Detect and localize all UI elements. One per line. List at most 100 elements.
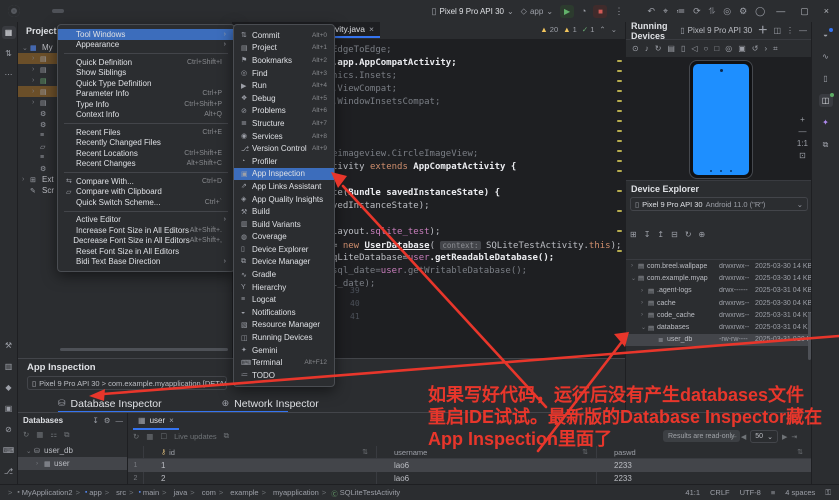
menu-item[interactable]: Reset Font Size in All Editors xyxy=(58,246,234,257)
rollback-icon[interactable]: ↶ xyxy=(647,6,655,17)
snapshot-icon[interactable]: ↺ xyxy=(752,44,759,53)
minimize-button[interactable]: — xyxy=(772,6,789,16)
app-inspection-toolwindow-icon[interactable]: ▣ xyxy=(2,402,16,415)
submenu-item[interactable]: ▤ Project Alt+1 xyxy=(234,42,334,55)
app-inspection-tab[interactable]: ⊕Network Inspector xyxy=(222,398,319,410)
submenu-item[interactable]: ▯ Device Explorer xyxy=(234,243,334,256)
screenshot-icon[interactable]: ◎ xyxy=(725,44,732,53)
submenu-item[interactable]: Y Hierarchy xyxy=(234,281,334,294)
emulator-device-frame[interactable] xyxy=(689,60,753,179)
profile-icon[interactable]: ◯ xyxy=(755,6,765,17)
code-with-me-icon[interactable]: ⌖ xyxy=(663,6,668,17)
menubar-item[interactable] xyxy=(136,9,148,13)
breadcrumb-item[interactable]: ⒸSQLiteTestActivity xyxy=(322,488,400,498)
menu-item[interactable]: Quick Type Definition xyxy=(58,78,234,89)
unfold-icon[interactable]: ▯ xyxy=(681,44,685,53)
search-everywhere-icon[interactable]: ◎ xyxy=(723,6,731,17)
table-tab[interactable]: ▦ user × xyxy=(133,413,179,430)
build-toolwindow-icon[interactable]: ⚒ xyxy=(2,339,16,352)
submenu-item[interactable]: ≣ Structure Alt+7 xyxy=(234,117,334,130)
submenu-item[interactable]: ⇗ App Links Assistant xyxy=(234,180,334,193)
menubar-item[interactable] xyxy=(160,9,172,13)
terminal-toolwindow-icon[interactable]: ⌨ xyxy=(2,444,16,457)
settings-icon[interactable]: ⚙ xyxy=(739,6,747,17)
menubar-item[interactable] xyxy=(88,9,100,13)
pull-request-icon[interactable]: ⥮ xyxy=(709,6,716,17)
new-table-icon[interactable]: ▦ xyxy=(36,430,43,440)
rotate-left-icon[interactable]: ↻ xyxy=(655,44,662,53)
menu-item[interactable]: ▱ Compare with Clipboard xyxy=(58,187,234,198)
breadcrumb-item[interactable]: ▪MyApplication2 xyxy=(8,488,73,497)
menu-item[interactable]: Recent Locations Ctrl+Shift+E xyxy=(58,148,234,159)
submenu-item[interactable]: ▣ App Inspection xyxy=(234,168,334,181)
breadcrumb-item[interactable]: myapplication xyxy=(262,488,319,497)
sort-icon[interactable]: ⇅ xyxy=(582,448,588,456)
submenu-item[interactable]: ⧉ Device Manager xyxy=(234,256,334,269)
submenu-item[interactable]: ⇅ Commit Alt+0 xyxy=(234,29,334,42)
last-page-icon[interactable]: ⇥ xyxy=(791,433,797,441)
line-ending-widget[interactable]: CRLF xyxy=(710,488,730,497)
submenu-item[interactable]: ◫ Running Devices xyxy=(234,331,334,344)
menubar-item[interactable] xyxy=(100,9,112,13)
export-icon[interactable]: ⧉ xyxy=(64,430,69,440)
submenu-item[interactable]: ⌨ Terminal Alt+F12 xyxy=(234,356,334,369)
more-icon[interactable]: › xyxy=(764,44,767,53)
indent-widget[interactable]: 4 spaces xyxy=(785,488,815,497)
process-selector[interactable]: ▯ Pixel 9 Pro API 30 > com.example.myapp… xyxy=(27,376,227,390)
submenu-item[interactable]: ▧ Resource Manager xyxy=(234,319,334,332)
ai-assistant-icon[interactable]: ∿ xyxy=(819,50,833,63)
menubar-item[interactable] xyxy=(28,9,40,13)
database-tree-row[interactable]: ⌄⛁user_db xyxy=(18,444,127,457)
run-config-selector[interactable]: ⬦ app ⌄ xyxy=(521,6,553,17)
first-page-icon[interactable]: ⇤ xyxy=(731,433,737,441)
submenu-item[interactable]: ❖ Debug Alt+5 xyxy=(234,92,334,105)
device-explorer-device-selector[interactable]: ▯ Pixel 9 Pro API 30 Android 11.0 ("R") … xyxy=(630,197,808,211)
menu-item[interactable]: Increase Font Size in All Editors Alt+Sh… xyxy=(58,225,234,236)
column-header-id[interactable]: ⚷id⇅ xyxy=(143,448,376,457)
emulator-viewport[interactable]: + — 1:1 ⊡ xyxy=(626,57,812,180)
file-tree-row[interactable]: ⌄▤databases drwxrwx-- 2025-03-31 0 4 KB xyxy=(626,321,812,333)
menu-item[interactable]: Active Editor › xyxy=(58,215,234,226)
gemini-icon[interactable]: ✦ xyxy=(819,116,833,129)
menu-item[interactable]: Tool Windows › xyxy=(58,29,234,40)
menu-item[interactable]: ⇆ Compare With... Ctrl+D xyxy=(58,176,234,187)
add-device-icon[interactable]: + xyxy=(758,22,767,40)
menubar-item[interactable] xyxy=(112,9,124,13)
encoding-widget[interactable]: UTF-8 xyxy=(740,488,761,497)
file-tree-row[interactable]: ›▤code_cache drwxrws-- 2025-03-31 0 4 KB xyxy=(626,309,812,321)
screen-record-icon[interactable]: ▣ xyxy=(738,44,746,53)
build-variants-icon[interactable]: ▥ xyxy=(2,360,16,373)
breadcrumb-item[interactable]: java xyxy=(162,488,187,497)
menu-item[interactable]: Recently Changed Files xyxy=(58,138,234,149)
breadcrumb-item[interactable]: src xyxy=(105,488,126,497)
export-icon[interactable]: ⧉ xyxy=(224,431,229,441)
submenu-item[interactable]: ◈ App Quality Insights xyxy=(234,193,334,206)
fold-icon[interactable]: ▤ xyxy=(667,44,675,53)
goto-icon[interactable]: ⊕ xyxy=(699,230,706,239)
submenu-item[interactable]: ≡ Logcat xyxy=(234,293,334,306)
menubar-item[interactable] xyxy=(40,9,52,13)
download-file-icon[interactable]: ↧ xyxy=(644,230,651,239)
project-hscrollbar[interactable] xyxy=(60,348,228,351)
submenu-item[interactable]: ▶ Run Alt+4 xyxy=(234,79,334,92)
notifications-icon[interactable]: ◒ xyxy=(819,28,833,41)
submenu-item[interactable]: ≔ TODO xyxy=(234,369,334,382)
file-tree-row[interactable]: ≣user_db -rw-rw---- 2025-03-31 0 20 KB xyxy=(626,334,812,346)
database-tree-row[interactable]: ›▦user xyxy=(18,457,127,470)
refresh-icon[interactable]: ↻ xyxy=(23,430,29,440)
menu-item[interactable]: Recent Files Ctrl+E xyxy=(58,127,234,138)
submenu-item[interactable]: ◎ Find Alt+3 xyxy=(234,67,334,80)
caret-position[interactable]: 41:1 xyxy=(685,488,700,497)
power-icon[interactable]: ⊙ xyxy=(632,44,639,53)
reader-mode-icon[interactable]: ≡ xyxy=(771,488,775,497)
menu-item[interactable]: Appearance › xyxy=(58,40,234,51)
overview-icon[interactable]: □ xyxy=(714,44,719,53)
menu-item[interactable]: Decrease Font Size in All Editors Alt+Sh… xyxy=(58,236,234,247)
split-icon[interactable]: ◫ xyxy=(773,26,781,35)
inspection-widget[interactable]: ▲ 20 ▲ 1 ✓ 1 ⌃ ⌄ xyxy=(540,25,617,34)
open-icon[interactable]: ⊞ xyxy=(630,230,637,239)
next-page-icon[interactable]: ▶ xyxy=(782,433,787,441)
table-icon[interactable]: ▦ xyxy=(146,432,153,441)
menu-item[interactable]: Recent Changes Alt+Shift+C xyxy=(58,159,234,170)
refresh-icon[interactable]: ↻ xyxy=(685,230,692,239)
